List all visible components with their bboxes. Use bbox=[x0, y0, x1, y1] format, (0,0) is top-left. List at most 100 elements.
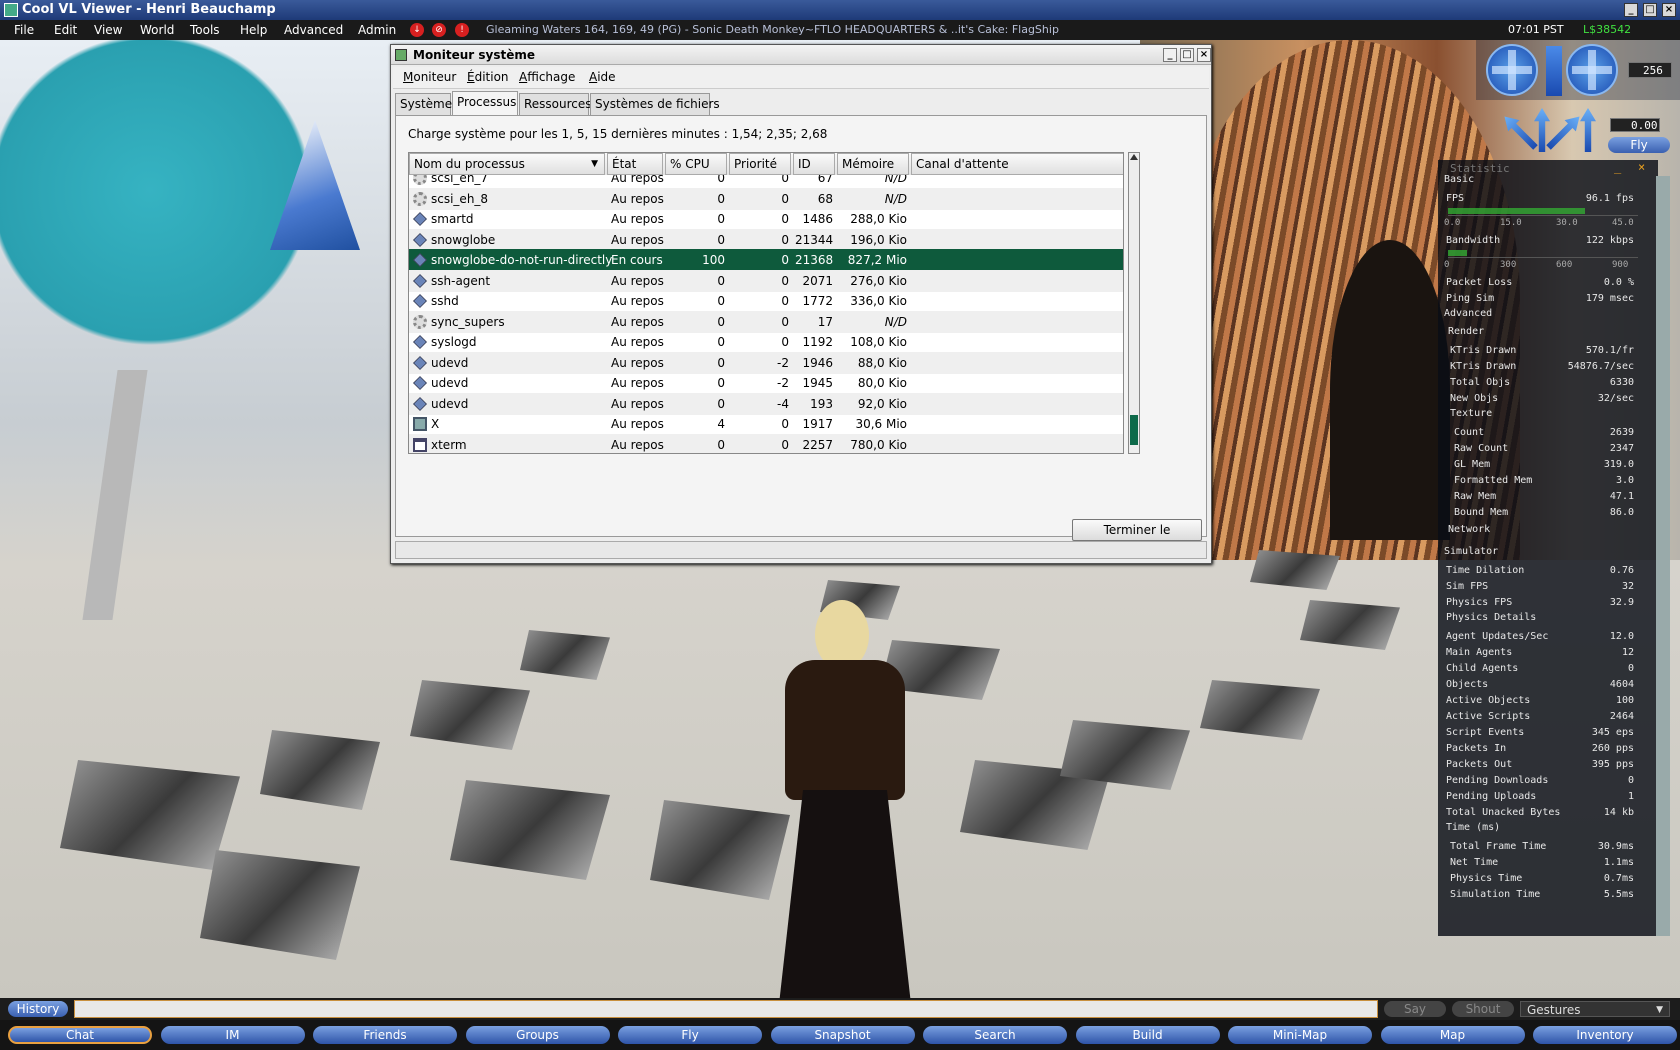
move-pad-icon[interactable] bbox=[1486, 44, 1538, 96]
system-monitor-window[interactable]: Moniteur système _ □ × Moniteur Édition … bbox=[390, 44, 1212, 564]
history-button[interactable]: History bbox=[8, 1001, 68, 1017]
arrow-up-down-icon[interactable] bbox=[1580, 108, 1596, 152]
menu-view[interactable]: View bbox=[94, 20, 122, 40]
stats-section[interactable]: Time (ms) bbox=[1446, 822, 1500, 833]
col-header-name[interactable]: Nom du processus ▼ bbox=[409, 153, 605, 175]
shout-button[interactable]: Shout bbox=[1452, 1001, 1514, 1017]
monitor-icon bbox=[413, 417, 427, 431]
col-header-id[interactable]: ID bbox=[793, 153, 835, 175]
menu-file[interactable]: File bbox=[14, 20, 34, 40]
table-row[interactable]: ssh-agent Au repos 0 0 2071 276,0 Kio bbox=[409, 269, 1123, 292]
menu-admin[interactable]: Admin bbox=[358, 20, 396, 40]
camera-offset[interactable]: 0.00 bbox=[1610, 118, 1660, 132]
table-row[interactable]: syslogd Au repos 0 0 1192 108,0 Kio bbox=[409, 331, 1123, 353]
menu-edition[interactable]: Édition bbox=[467, 70, 509, 84]
col-header-cpu[interactable]: % CPU bbox=[665, 153, 727, 175]
location-text[interactable]: Gleaming Waters 164, 169, 49 (PG) - Soni… bbox=[486, 20, 1059, 40]
tab-systeme[interactable]: Système bbox=[395, 93, 452, 115]
cell-state: Au repos bbox=[611, 212, 664, 226]
table-row[interactable]: scsi_eh_8 Au repos 0 0 68 N/D bbox=[409, 187, 1123, 210]
no-push-icon[interactable]: ! bbox=[455, 23, 469, 37]
gestures-dropdown[interactable]: Gestures ▼ bbox=[1520, 1001, 1670, 1017]
window-title: Cool VL Viewer - Henri Beauchamp bbox=[22, 2, 276, 17]
arrow-up-right-icon[interactable] bbox=[1543, 111, 1585, 153]
menu-edit[interactable]: Edit bbox=[54, 20, 77, 40]
minimize-icon[interactable]: _ bbox=[1624, 3, 1638, 17]
chat-input[interactable] bbox=[74, 1000, 1378, 1018]
toolbar-button-mini-map[interactable]: Mini-Map bbox=[1228, 1026, 1372, 1044]
stats-scrollbar[interactable] bbox=[1656, 176, 1670, 936]
zoom-slider[interactable] bbox=[1546, 46, 1562, 96]
toolbar-button-im[interactable]: IM bbox=[160, 1026, 305, 1044]
toolbar-button-search[interactable]: Search bbox=[923, 1026, 1067, 1044]
col-header-state[interactable]: État bbox=[607, 153, 663, 175]
minimize-icon[interactable]: _ bbox=[1163, 48, 1177, 62]
table-row[interactable]: udevd Au repos 0 -2 1946 88,0 Kio bbox=[409, 351, 1123, 374]
toolbar-button-friends[interactable]: Friends bbox=[313, 1026, 457, 1044]
no-build-icon[interactable]: ⊘ bbox=[432, 23, 446, 37]
movement-arrows[interactable] bbox=[1512, 108, 1604, 156]
stats-section[interactable]: Advanced bbox=[1444, 308, 1492, 319]
toolbar-button-map[interactable]: Map bbox=[1380, 1026, 1525, 1044]
scroll-thumb[interactable] bbox=[1130, 415, 1138, 445]
stat-value: 12.0 bbox=[1609, 631, 1634, 642]
menu-advanced[interactable]: Advanced bbox=[284, 20, 343, 40]
minimize-icon[interactable]: _ bbox=[1614, 160, 1621, 174]
menu-moniteur[interactable]: Moniteur bbox=[403, 70, 456, 84]
toolbar-button-chat[interactable]: Chat bbox=[8, 1026, 152, 1044]
scroll-up-icon[interactable] bbox=[1130, 154, 1138, 160]
col-header-memory[interactable]: Mémoire bbox=[837, 153, 909, 175]
draw-distance[interactable]: 256 bbox=[1628, 62, 1672, 78]
menu-aide[interactable]: Aide bbox=[589, 70, 616, 84]
dialog-title-bar[interactable]: Moniteur système _ □ × bbox=[391, 45, 1211, 65]
window-title-bar[interactable]: Cool VL Viewer - Henri Beauchamp _ □ × bbox=[0, 0, 1680, 20]
balance[interactable]: L$38542 bbox=[1583, 20, 1631, 40]
table-row[interactable]: xterm Au repos 0 0 2257 780,0 Kio bbox=[409, 433, 1123, 453]
cell-id: 21368 bbox=[795, 253, 834, 267]
toolbar-button-snapshot[interactable]: Snapshot bbox=[770, 1026, 915, 1044]
camera-pad-icon[interactable] bbox=[1566, 44, 1618, 96]
toolbar-button-fly[interactable]: Fly bbox=[618, 1026, 762, 1044]
col-header-wait-channel[interactable]: Canal d'attente bbox=[911, 153, 1123, 175]
menu-world[interactable]: World bbox=[140, 20, 174, 40]
col-header-priority[interactable]: Priorité bbox=[729, 153, 791, 175]
table-row[interactable]: snowglobe Au repos 0 0 21344 196,0 Kio bbox=[409, 228, 1123, 251]
stats-section[interactable]: Basic bbox=[1444, 174, 1474, 185]
cell-priority: 0 bbox=[781, 232, 789, 247]
table-row[interactable]: sync_supers Au repos 0 0 17 N/D bbox=[409, 310, 1123, 333]
tab-ressources[interactable]: Ressources bbox=[519, 93, 592, 115]
close-icon[interactable]: × bbox=[1662, 3, 1676, 17]
menu-help[interactable]: Help bbox=[240, 20, 267, 40]
statistics-panel[interactable]: Statistic _ × Basic FPS 96.1 fps 0.0 15.0 30.… bbox=[1438, 160, 1670, 936]
stats-section[interactable]: Physics Details bbox=[1446, 612, 1536, 623]
close-icon[interactable]: × bbox=[1197, 48, 1211, 62]
cell-priority: -2 bbox=[777, 376, 789, 390]
stats-section[interactable]: Network bbox=[1448, 524, 1490, 535]
stats-section[interactable]: Texture bbox=[1450, 408, 1492, 419]
stats-section[interactable]: Render bbox=[1448, 326, 1484, 337]
table-row[interactable]: udevd Au repos 0 -4 193 92,0 Kio bbox=[409, 392, 1123, 415]
toolbar-button-build[interactable]: Build bbox=[1075, 1026, 1220, 1044]
process-table[interactable]: Nom du processus ▼ État % CPU Priorité ID… bbox=[408, 152, 1124, 454]
table-row[interactable]: X Au repos 4 0 1917 30,6 Mio bbox=[409, 413, 1123, 435]
no-fly-icon[interactable]: ↓ bbox=[410, 23, 424, 37]
table-row[interactable]: udevd Au repos 0 -2 1945 80,0 Kio bbox=[409, 372, 1123, 394]
table-row[interactable]: snowglobe-do-not-run-directly En cours 100… bbox=[409, 249, 1123, 271]
table-row[interactable]: sshd Au repos 0 0 1772 336,0 Kio bbox=[409, 290, 1123, 312]
close-icon[interactable]: × bbox=[1638, 160, 1645, 174]
menu-affichage[interactable]: Affichage bbox=[519, 70, 575, 84]
table-scrollbar[interactable] bbox=[1128, 152, 1140, 454]
say-button[interactable]: Say bbox=[1384, 1001, 1446, 1017]
toolbar-button-inventory[interactable]: Inventory bbox=[1533, 1026, 1677, 1044]
end-process-button[interactable]: Terminer le processus bbox=[1072, 519, 1202, 557]
table-row[interactable]: smartd Au repos 0 0 1486 288,0 Kio bbox=[409, 208, 1123, 230]
menu-tools[interactable]: Tools bbox=[190, 20, 220, 40]
tab-processus[interactable]: Processus bbox=[452, 91, 518, 115]
stats-section[interactable]: Simulator bbox=[1444, 546, 1498, 557]
toolbar-button-groups[interactable]: Groups bbox=[465, 1026, 610, 1044]
maximize-icon[interactable]: □ bbox=[1180, 48, 1194, 62]
fly-button[interactable]: Fly bbox=[1608, 137, 1670, 153]
avatar[interactable] bbox=[775, 600, 915, 998]
maximize-icon[interactable]: □ bbox=[1643, 3, 1657, 17]
tab-systemes-fichiers[interactable]: Systèmes de fichiers bbox=[590, 93, 720, 115]
